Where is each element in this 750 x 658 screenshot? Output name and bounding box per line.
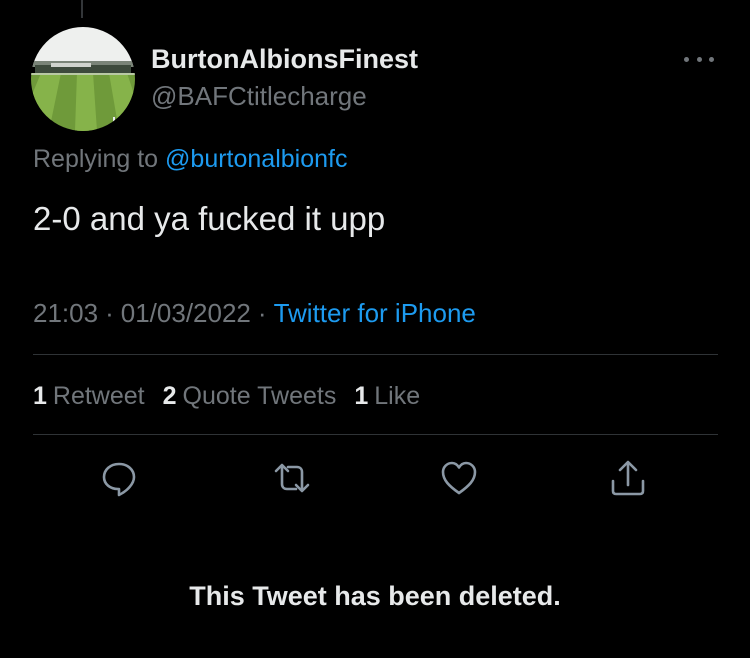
tweet-metadata: 21:03 · 01/03/2022 · Twitter for iPhone <box>33 297 476 329</box>
heart-icon <box>441 461 477 495</box>
tweet-date[interactable]: 01/03/2022 <box>121 298 251 328</box>
reply-icon <box>102 462 136 497</box>
stat-count: 2 <box>162 382 177 410</box>
divider <box>33 434 718 435</box>
tweet-source-link[interactable]: Twitter for iPhone <box>274 298 476 328</box>
meta-separator: · <box>257 298 267 328</box>
thread-connector-line <box>81 0 83 18</box>
stat-label: Quote Tweets <box>182 382 337 410</box>
engagement-stats: 1 Retweet 2 Quote Tweets 1 Like <box>33 380 438 412</box>
stat-count: 1 <box>33 382 47 410</box>
display-name[interactable]: BurtonAlbionsFinest <box>151 43 418 75</box>
stat-label: Retweet <box>52 382 145 410</box>
share-icon <box>611 460 645 496</box>
meta-separator: · <box>105 298 114 328</box>
more-options-icon[interactable] <box>681 48 717 70</box>
deleted-tweet-notice: This Tweet has been deleted. <box>189 581 561 611</box>
like-button[interactable] <box>439 458 479 498</box>
replying-prefix: Replying to <box>33 145 159 173</box>
stat-count: 1 <box>354 382 369 410</box>
avatar-stadium-image <box>31 27 135 131</box>
more-dot <box>709 56 714 62</box>
more-dot <box>684 56 689 62</box>
more-dot <box>696 56 702 62</box>
tweet-text: 2-0 and ya fucked it upp <box>33 200 386 237</box>
replying-to-line: Replying to @burtonalbionfc <box>33 143 347 175</box>
like-count-link[interactable]: 1 Like <box>354 380 420 412</box>
retweet-count-link[interactable]: 1 Retweet <box>33 380 145 412</box>
retweet-button[interactable] <box>272 458 312 498</box>
reply-button[interactable] <box>99 458 139 498</box>
retweet-icon <box>274 463 310 493</box>
replying-to-mention-link[interactable]: @burtonalbionfc <box>165 145 347 173</box>
user-handle[interactable]: @BAFCtitlecharge <box>151 80 367 112</box>
divider <box>33 354 718 355</box>
avatar[interactable] <box>31 27 135 131</box>
quote-tweets-count-link[interactable]: 2 Quote Tweets <box>163 380 337 412</box>
tweet-time[interactable]: 21:03 <box>33 298 98 328</box>
share-button[interactable] <box>608 458 648 498</box>
stat-label: Like <box>374 382 421 410</box>
